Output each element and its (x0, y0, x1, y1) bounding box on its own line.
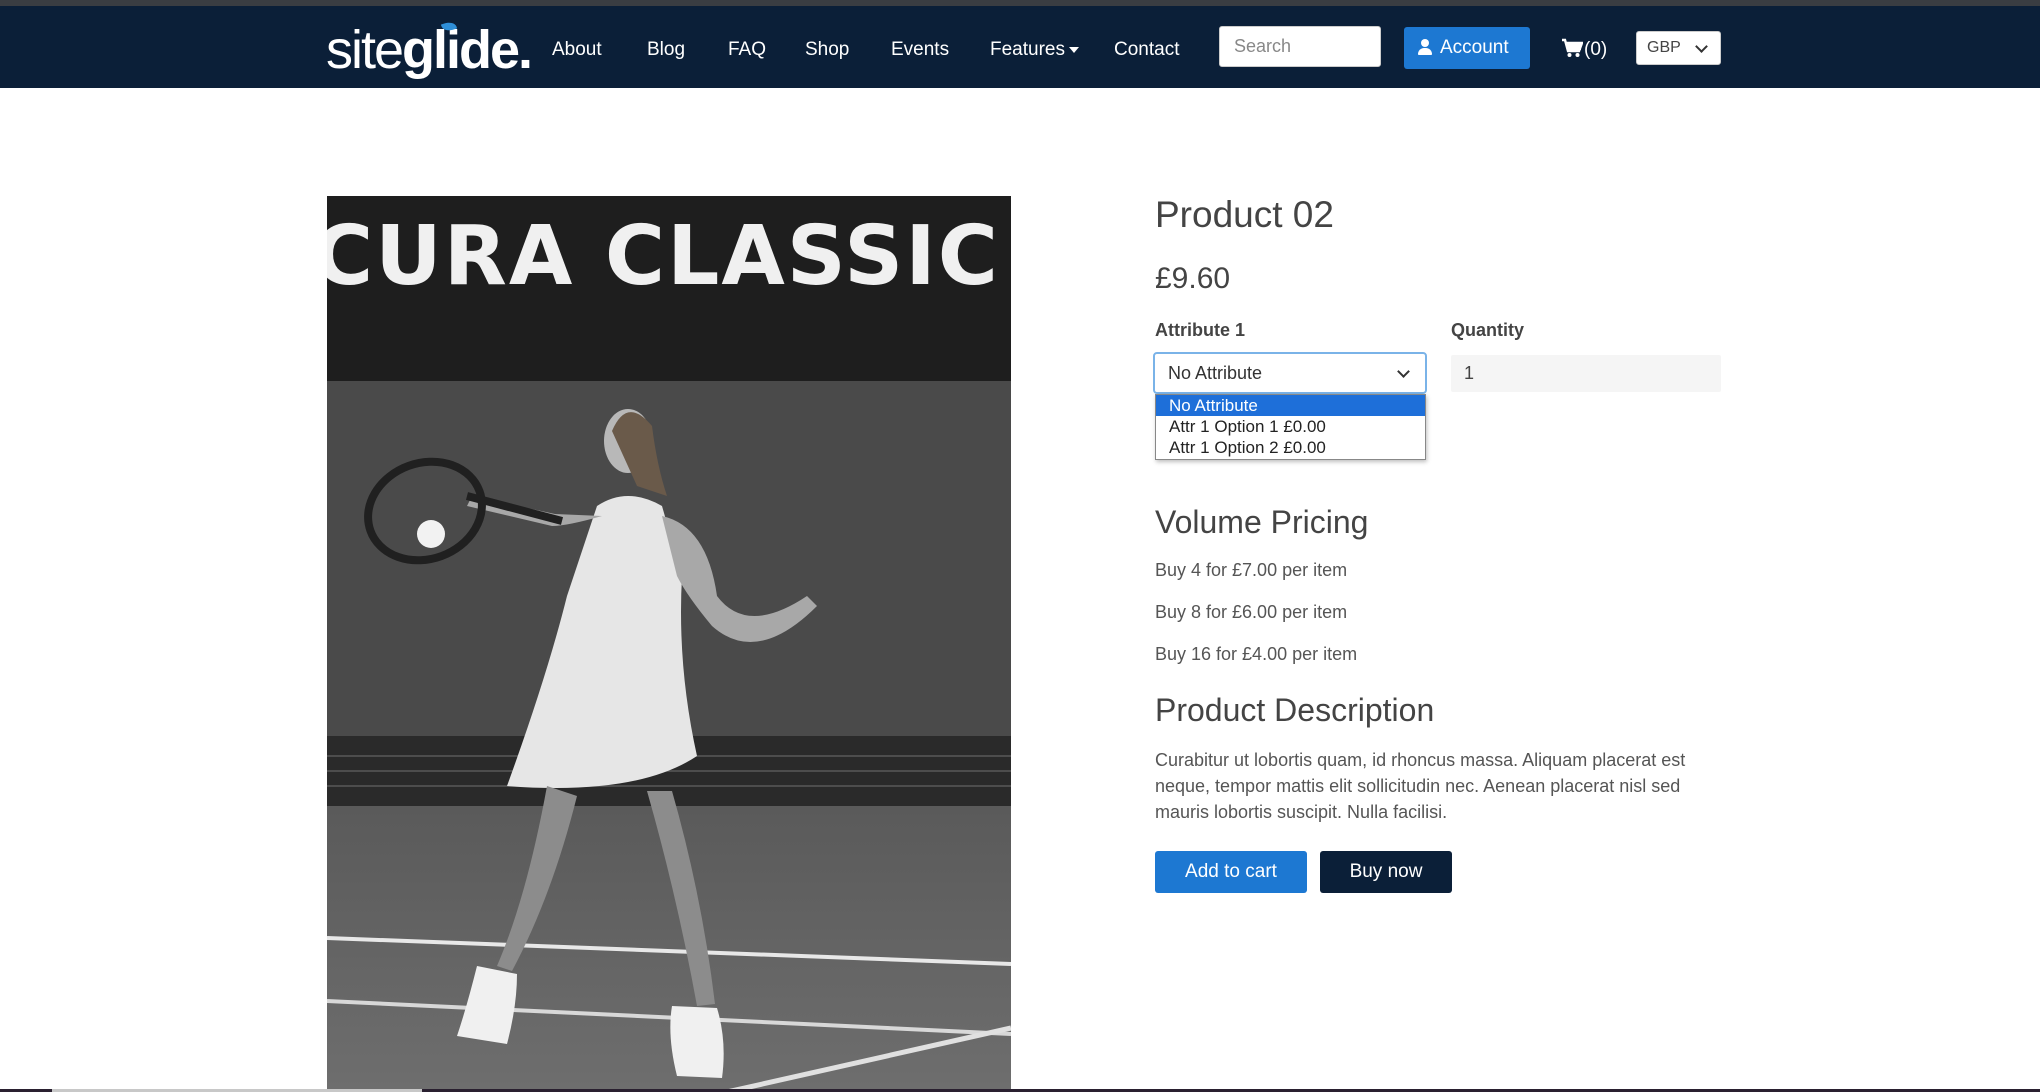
volume-pricing-heading: Volume Pricing (1155, 504, 1369, 540)
currency-select[interactable]: GBP (1636, 31, 1721, 65)
caret-down-icon (1068, 46, 1079, 53)
account-button[interactable]: Account (1404, 27, 1530, 69)
add-to-cart-button[interactable]: Add to cart (1155, 851, 1307, 893)
nav-contact[interactable]: Contact (1114, 38, 1179, 62)
quantity-label: Quantity (1451, 320, 1525, 340)
product-title: Product 02 (1155, 194, 1334, 235)
buy-now-button[interactable]: Buy now (1320, 851, 1452, 893)
attribute-label: Attribute 1 (1155, 320, 1245, 340)
nav-shop[interactable]: Shop (805, 38, 849, 62)
volume-pricing-tier: Buy 16 for £4.00 per item (1155, 644, 1358, 664)
nav-faq[interactable]: FAQ (728, 38, 766, 62)
search-input[interactable]: Search (1219, 26, 1381, 67)
attribute-dropdown-list: No Attribute Attr 1 Option 1 £0.00 Attr … (1155, 394, 1426, 460)
attribute-selected-value: No Attribute (1168, 363, 1263, 383)
currency-value: GBP (1647, 39, 1681, 56)
image-banner-text: CURA CLASSIC (327, 209, 1000, 304)
product-description-heading: Product Description (1155, 692, 1435, 728)
cart-link[interactable]: (0) (1561, 38, 1607, 62)
attribute-select[interactable]: No Attribute (1153, 352, 1427, 394)
nav-features-label: Features (990, 39, 1065, 60)
attribute-option-1[interactable]: Attr 1 Option 1 £0.00 (1156, 416, 1425, 437)
volume-pricing-tier: Buy 4 for £7.00 per item (1155, 560, 1348, 580)
nav-blog[interactable]: Blog (647, 38, 685, 62)
siteglide-logo[interactable]: siteglide. (326, 19, 533, 80)
nav-events[interactable]: Events (891, 38, 949, 62)
product-price: £9.60 (1155, 262, 1231, 295)
shopping-cart-icon (1562, 38, 1584, 57)
attribute-option-no-attribute[interactable]: No Attribute (1156, 395, 1425, 416)
quantity-input[interactable]: 1 (1451, 355, 1721, 392)
nav-about[interactable]: About (552, 38, 602, 62)
volume-pricing-tier: Buy 8 for £6.00 per item (1155, 602, 1348, 622)
top-navbar: siteglide. About Blog FAQ Shop Events Fe… (0, 6, 2040, 88)
chevron-down-icon (1397, 365, 1410, 378)
account-label: Account (1440, 37, 1509, 58)
nav-features-dropdown[interactable]: Features (990, 38, 1079, 62)
user-icon (1418, 39, 1432, 55)
attribute-option-2[interactable]: Attr 1 Option 2 £0.00 (1156, 437, 1425, 458)
product-description-text: Curabitur ut lobortis quam, id rhoncus m… (1155, 750, 1686, 822)
product-image: CURA CLASSIC (327, 196, 1011, 1092)
cart-count: (0) (1584, 39, 1608, 60)
chevron-down-icon (1695, 40, 1708, 53)
